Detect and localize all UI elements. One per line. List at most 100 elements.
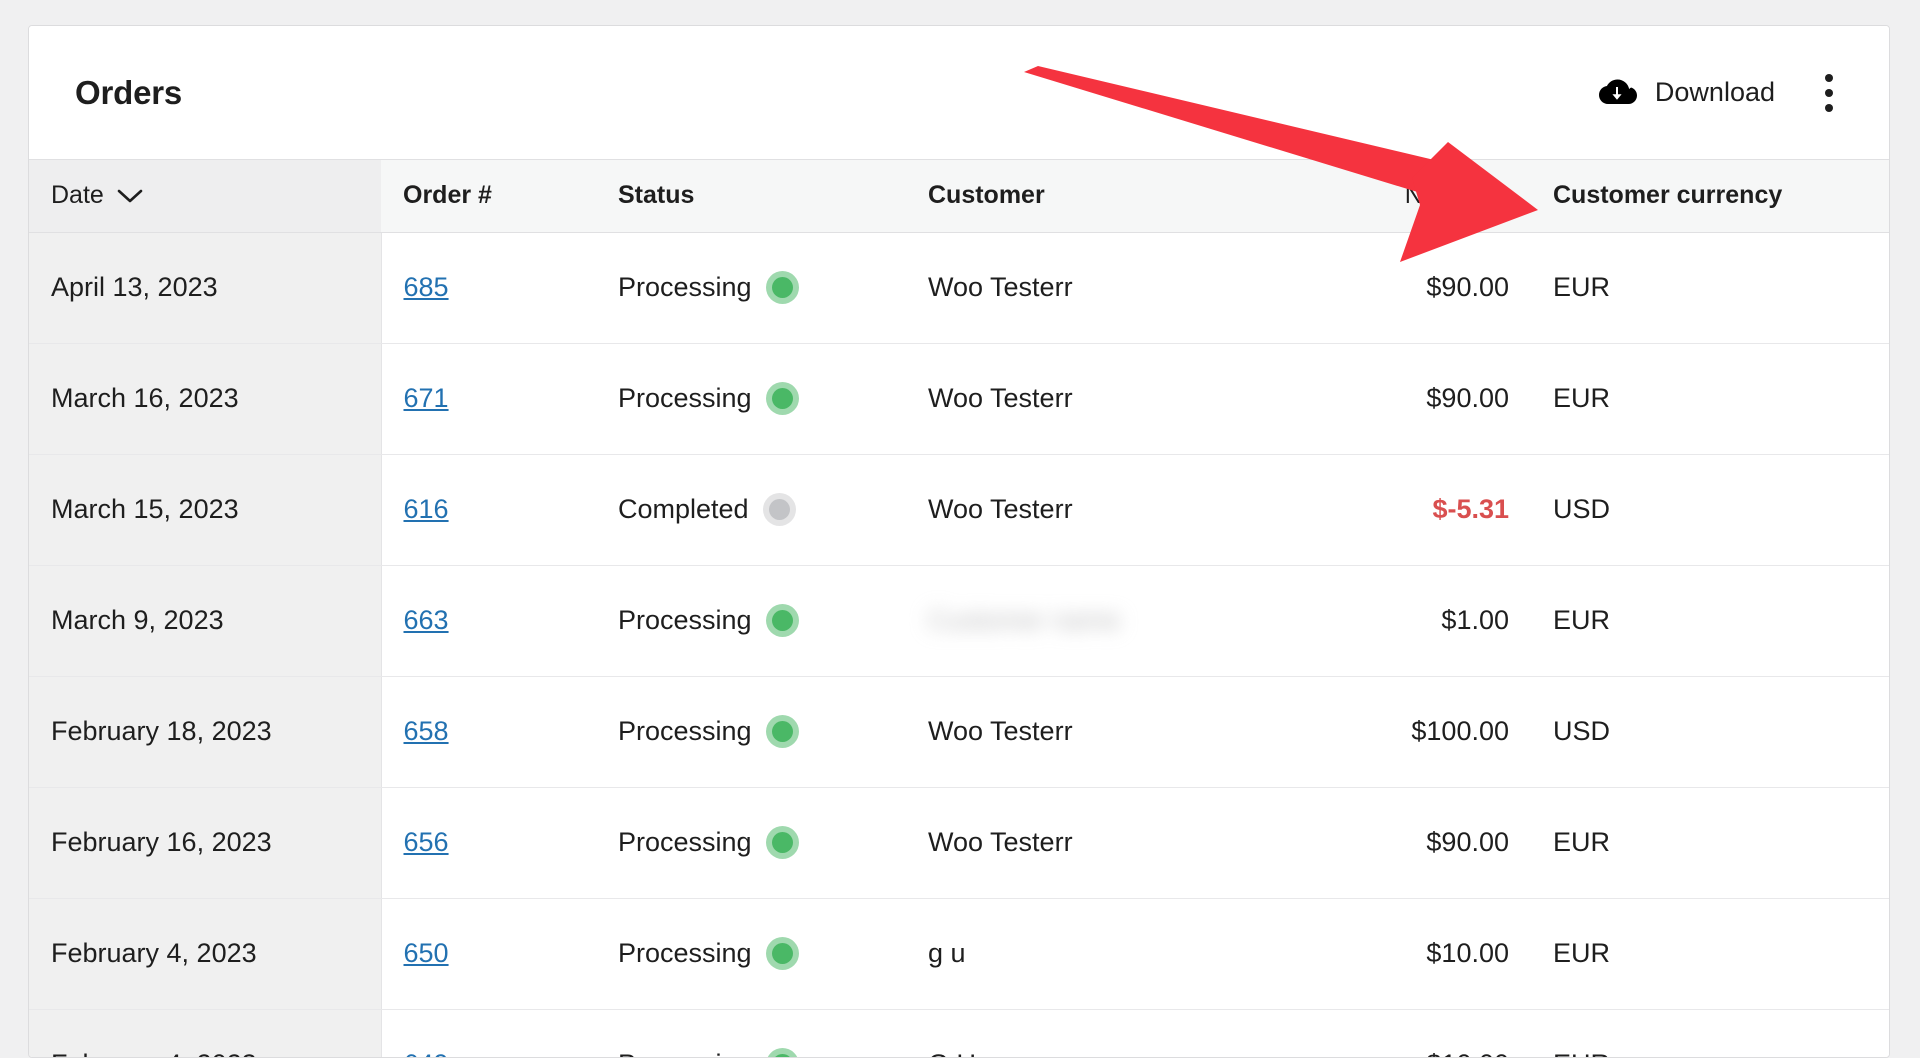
status-label: Processing: [618, 716, 752, 747]
cell-date: February 16, 2023: [29, 787, 381, 898]
customer-name: Woo Testerr: [928, 383, 1073, 413]
status-label: Completed: [618, 494, 749, 525]
order-link[interactable]: 685: [404, 272, 449, 302]
column-header-status[interactable]: Status: [596, 160, 906, 232]
column-header-date[interactable]: Date: [29, 160, 381, 232]
order-link[interactable]: 658: [404, 716, 449, 746]
cell-customer-currency: EUR: [1531, 787, 1890, 898]
cell-order: 649: [381, 1009, 596, 1058]
order-link[interactable]: 649: [404, 1049, 449, 1058]
cell-net-sales: $10.00: [1281, 1009, 1531, 1058]
cell-net-sales: $10.00: [1281, 898, 1531, 1009]
table-row[interactable]: February 16, 2023 656 Processing Woo Tester…: [29, 787, 1890, 898]
cell-order: 685: [381, 232, 596, 343]
cell-net-sales: $90.00: [1281, 343, 1531, 454]
table-row[interactable]: March 16, 2023 671 Processing Woo Testerr $9…: [29, 343, 1890, 454]
status-label: Processing: [618, 272, 752, 303]
redacted-customer-name: Customer name: [928, 605, 1120, 636]
cell-order: 658: [381, 676, 596, 787]
cell-customer-currency: USD: [1531, 454, 1890, 565]
table-row[interactable]: March 15, 2023 616 Completed Woo Testerr $-5…: [29, 454, 1890, 565]
table-row[interactable]: February 4, 2023650Processingg u$10.00EU…: [29, 898, 1890, 1009]
status-label: Processing: [618, 383, 752, 414]
status-indicator-dot: [772, 943, 793, 964]
cell-customer: Woo Testerr: [906, 343, 1281, 454]
cell-date: April 13, 2023: [29, 232, 381, 343]
order-link[interactable]: 656: [404, 827, 449, 857]
column-header-label: Date: [51, 181, 104, 210]
order-link[interactable]: 663: [404, 605, 449, 635]
cell-customer: Woo Testerr: [906, 676, 1281, 787]
table-row[interactable]: March 9, 2023 663 Processing Customer name $…: [29, 565, 1890, 676]
column-header-label: Net sales: [1405, 181, 1509, 210]
cell-date: March 9, 2023: [29, 565, 381, 676]
table-header-row: Date Order # Status Customer Net sales Custom…: [29, 160, 1890, 232]
column-header-currency[interactable]: Customer currency: [1531, 160, 1890, 232]
customer-name: g u: [928, 938, 966, 968]
kebab-dot: [1825, 74, 1833, 82]
column-header-order[interactable]: Order #: [381, 160, 596, 232]
cell-customer: Woo Testerr: [906, 232, 1281, 343]
screen: Orders Download: [0, 0, 1920, 1058]
card-header: Orders Download: [29, 26, 1889, 160]
cloud-download-icon: [1599, 78, 1637, 108]
customer-name: Woo Testerr: [928, 827, 1073, 857]
table-header: Date Order # Status Customer Net sales Custom…: [29, 160, 1890, 232]
cell-status: Processing: [596, 1009, 906, 1058]
cell-net-sales: $90.00: [1281, 787, 1531, 898]
status-indicator-dot: [772, 721, 793, 742]
status-indicator-dot: [772, 277, 793, 298]
table-row[interactable]: April 13, 2023 685 Processing Woo Testerr$9…: [29, 232, 1890, 343]
cell-status: Processing: [596, 787, 906, 898]
cell-customer-currency: USD: [1531, 676, 1890, 787]
customer-name: G U: [928, 1049, 976, 1058]
cell-customer: g u: [906, 898, 1281, 1009]
cell-status: Processing: [596, 565, 906, 676]
status-indicator-dot: [772, 610, 793, 631]
cell-date: February 18, 2023: [29, 676, 381, 787]
cell-date: February 4, 2023: [29, 1009, 381, 1058]
column-header-net[interactable]: Net sales: [1281, 160, 1531, 232]
cell-order: 650: [381, 898, 596, 1009]
cell-customer-currency: EUR: [1531, 343, 1890, 454]
order-link[interactable]: 616: [404, 494, 449, 524]
cell-order: 656: [381, 787, 596, 898]
column-header-label: Customer: [928, 181, 1045, 210]
status-indicator-dot: [772, 832, 793, 853]
cell-customer-currency: EUR: [1531, 232, 1890, 343]
cell-customer: Customer name: [906, 565, 1281, 676]
order-link[interactable]: 650: [404, 938, 449, 968]
cell-status: Processing: [596, 232, 906, 343]
cell-customer: Woo Testerr: [906, 454, 1281, 565]
cell-net-sales: $90.00: [1281, 232, 1531, 343]
cell-net-sales: $1.00: [1281, 565, 1531, 676]
cell-customer-currency: EUR: [1531, 898, 1890, 1009]
ellipsis-vertical-icon[interactable]: [1813, 68, 1845, 118]
cell-status: Processing: [596, 343, 906, 454]
status-label: Processing: [618, 1049, 752, 1058]
header-actions: Download: [1595, 68, 1845, 118]
cell-date: March 16, 2023: [29, 343, 381, 454]
cell-net-sales: $-5.31: [1281, 454, 1531, 565]
cell-status: Completed: [596, 454, 906, 565]
customer-name: Woo Testerr: [928, 494, 1073, 524]
status-indicator-dot: [772, 388, 793, 409]
table-row[interactable]: February 4, 2023649ProcessingG U$10.00EU…: [29, 1009, 1890, 1058]
cell-order: 663: [381, 565, 596, 676]
status-indicator-dot: [769, 499, 790, 520]
page-title: Orders: [75, 76, 182, 109]
order-link[interactable]: 671: [404, 383, 449, 413]
download-button[interactable]: Download: [1595, 72, 1779, 114]
table-row[interactable]: February 18, 2023 658 Processing Woo Tester…: [29, 676, 1890, 787]
column-header-label: Status: [618, 181, 694, 210]
column-header-customer[interactable]: Customer: [906, 160, 1281, 232]
chevron-down-icon: [117, 188, 143, 204]
kebab-dot: [1825, 104, 1833, 112]
cell-date: March 15, 2023: [29, 454, 381, 565]
status-indicator-dot: [772, 1054, 793, 1058]
cell-customer-currency: EUR: [1531, 565, 1890, 676]
orders-table: Date Order # Status Customer Net sales Custom…: [29, 160, 1890, 1058]
cell-status: Processing: [596, 676, 906, 787]
cell-order: 616: [381, 454, 596, 565]
customer-name: Woo Testerr: [928, 716, 1073, 746]
